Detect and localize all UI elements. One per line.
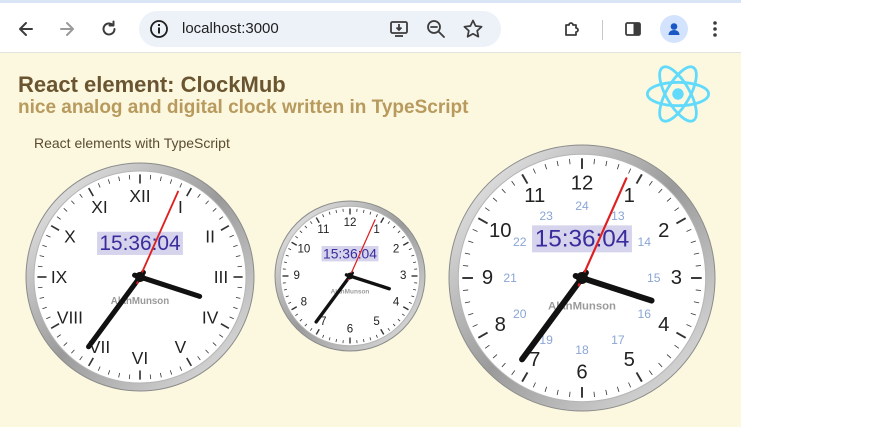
clock-numeral: 4 <box>658 314 669 336</box>
forward-button[interactable] <box>53 15 81 43</box>
clock-numeral: 3 <box>400 270 406 282</box>
clock-numeral: 2 <box>658 220 669 242</box>
clock-numeral: 10 <box>297 243 310 255</box>
clock-numeral: 9 <box>482 267 493 289</box>
menu-button[interactable] <box>701 15 729 43</box>
toolbar-divider <box>602 20 603 40</box>
clock-hour24-numeral: 22 <box>513 235 527 249</box>
bookmark-star-icon[interactable] <box>462 18 484 40</box>
zoom-icon[interactable] <box>425 18 447 40</box>
clock-hour24-numeral: 24 <box>575 199 589 213</box>
side-panel-button[interactable] <box>619 15 647 43</box>
arrow-left-icon <box>19 22 33 36</box>
clock-hour24-numeral: 15 <box>647 271 661 285</box>
clock-hour24-numeral: 21 <box>503 271 517 285</box>
section-label: React elements with TypeScript <box>34 135 230 151</box>
install-app-icon[interactable] <box>388 18 410 40</box>
clock-numeral: XI <box>91 197 107 217</box>
browser-window: localhost:3000 React element: ClockMub n… <box>0 0 741 427</box>
clock-numeral: 6 <box>576 361 587 383</box>
page-subtitle: nice analog and digital clock written in… <box>18 97 469 118</box>
puzzle-icon <box>565 22 579 36</box>
clock-numeral: 4 <box>393 297 400 309</box>
clock-numeral: 8 <box>301 297 307 309</box>
clock-roman: XIIIIIIIIIVVVIVIIVIIIIXXXIAlanMunson15:3… <box>25 162 255 392</box>
clock-numeral: 1 <box>624 185 635 207</box>
clock-small: 121234567891011AlanMunson15:36:04 <box>274 200 426 352</box>
browser-toolbar: localhost:3000 <box>0 0 741 53</box>
digital-time: 15:36:04 <box>99 232 180 255</box>
clock-numeral: 9 <box>294 270 300 282</box>
side-panel-icon <box>625 22 641 36</box>
react-logo-icon <box>646 65 710 123</box>
clock-hour24-numeral: 17 <box>611 333 625 347</box>
clock-numeral: 12 <box>344 217 357 229</box>
clock-numeral: IV <box>202 307 219 327</box>
address-bar[interactable]: localhost:3000 <box>139 11 501 47</box>
clock-numeral: XII <box>129 186 150 206</box>
clock-numeral: V <box>175 337 187 357</box>
clock-hour24-numeral: 13 <box>611 209 625 223</box>
clock-center <box>134 271 146 283</box>
clock-numeral: III <box>214 267 229 287</box>
site-info-icon[interactable] <box>149 19 169 39</box>
clock-center <box>346 272 354 280</box>
clock-numeral: 10 <box>489 220 512 242</box>
clock-hour24-numeral: 23 <box>539 209 553 223</box>
clock-24h: 121234567891011 241314151617181920212223A… <box>448 144 716 412</box>
page-title: React element: ClockMub <box>18 72 286 97</box>
clock-numeral: 1 <box>373 224 379 236</box>
clock-numeral: X <box>64 227 76 247</box>
more-vert-icon <box>713 21 717 37</box>
clock-numeral: VIII <box>57 307 83 327</box>
page-content: React element: ClockMub nice analog and … <box>0 53 741 427</box>
digital-time: 15:36:04 <box>535 225 630 252</box>
clock-numeral: 11 <box>524 185 545 207</box>
clock-numeral: VI <box>132 348 148 368</box>
back-button[interactable] <box>12 15 40 43</box>
clock-numeral: IX <box>51 267 68 287</box>
clock-hour24-numeral: 16 <box>637 307 651 321</box>
reload-button[interactable] <box>95 15 123 43</box>
profile-button[interactable] <box>660 15 688 43</box>
clock-center <box>576 272 588 284</box>
clock-numeral: 11 <box>317 224 329 236</box>
reload-icon <box>102 20 116 36</box>
clock-numeral: I <box>178 197 183 217</box>
digital-time: 15:36:04 <box>323 246 377 262</box>
clock-numeral: 8 <box>495 314 506 336</box>
clock-numeral: II <box>205 227 215 247</box>
extensions-button[interactable] <box>558 15 586 43</box>
clock-numeral: 3 <box>671 267 682 289</box>
clock-numeral: 2 <box>393 243 399 255</box>
clock-numeral: 5 <box>373 316 379 328</box>
clock-hour24-numeral: 14 <box>637 235 651 249</box>
clock-numeral: 6 <box>347 323 353 335</box>
url-text[interactable]: localhost:3000 <box>182 20 279 37</box>
clock-numeral: 5 <box>624 349 635 371</box>
avatar-icon <box>668 23 680 35</box>
arrow-right-icon <box>60 22 74 36</box>
clock-numeral: 12 <box>571 173 594 195</box>
clock-hour24-numeral: 18 <box>575 343 589 357</box>
clock-hour24-numeral: 20 <box>513 307 527 321</box>
